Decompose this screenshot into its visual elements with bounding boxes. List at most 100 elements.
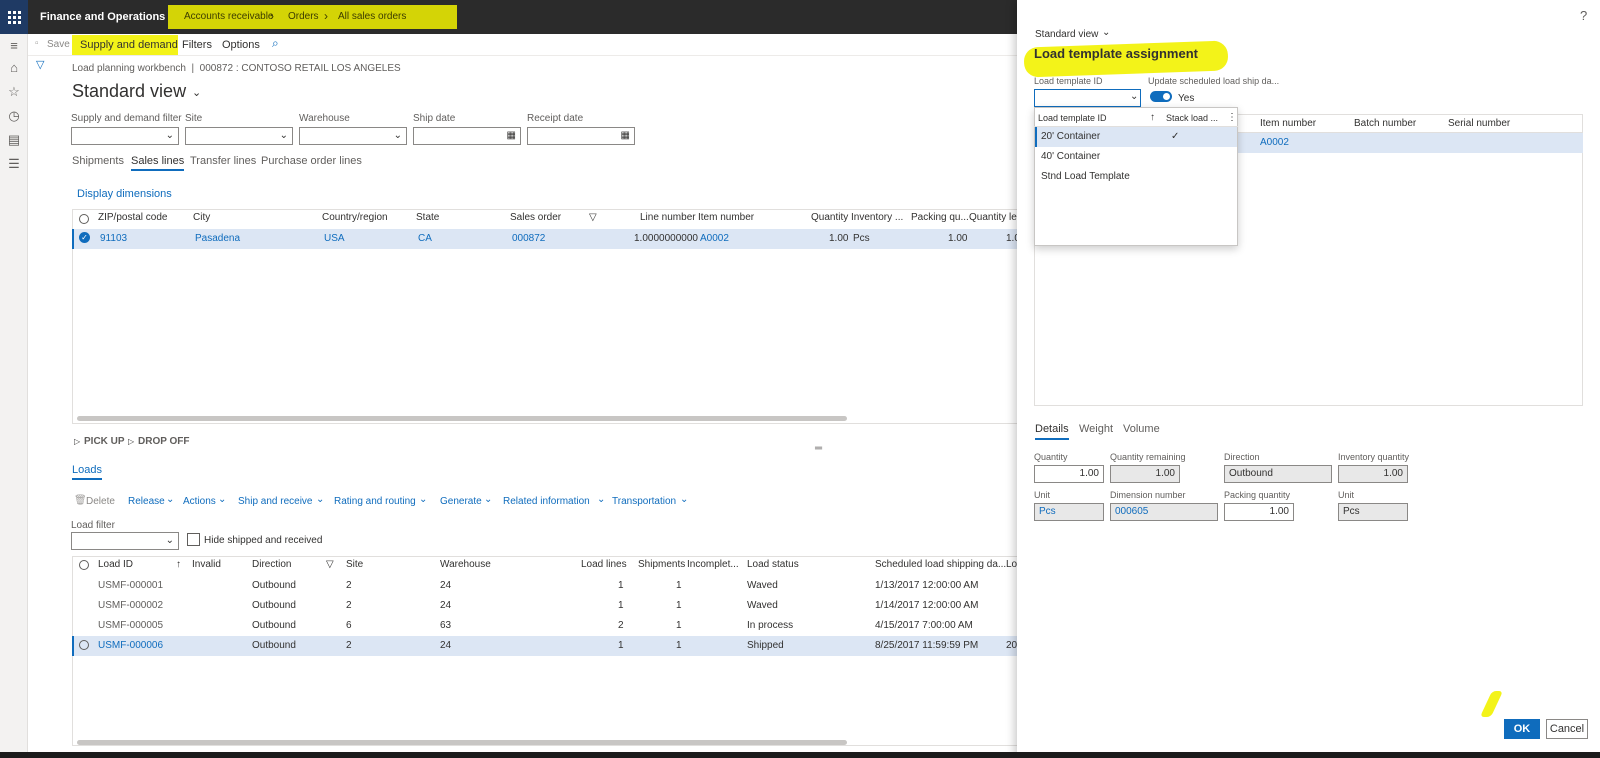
chevron-down-icon[interactable]: ⌄ [1102,27,1110,38]
tab-volume[interactable]: Volume [1123,423,1160,435]
cell-state[interactable]: CA [418,233,432,244]
release-menu[interactable]: Release [128,496,165,507]
cell-city[interactable]: Pasadena [195,233,240,244]
warehouse-select[interactable]: ⌄ [299,127,407,145]
display-dimensions-button[interactable]: Display dimensions [77,188,172,200]
cell-load-id[interactable]: USMF-000001 [98,580,163,591]
col-quantity[interactable]: Quantity [811,212,848,223]
ship-and-receive-menu[interactable]: Ship and receive [238,496,313,507]
transportation-menu[interactable]: Transportation [612,496,676,507]
star-icon[interactable]: ☆ [6,84,22,100]
col-state[interactable]: State [416,212,439,223]
filters-button[interactable]: Filters [182,39,212,51]
filter-icon[interactable]: ▽ [36,58,44,71]
dropdown-col-stack-load[interactable]: Stack load ... [1166,113,1218,123]
home-icon[interactable]: ⌂ [6,60,22,76]
pick-up-toggle[interactable]: PICK UP [84,436,125,447]
search-icon[interactable]: ⌕ [272,36,279,51]
col-direction[interactable]: Direction [252,559,291,570]
splitter-handle[interactable]: ═ [815,443,822,454]
ship-date-input[interactable]: ▦ [413,127,521,145]
table-row[interactable]: USMF-000002 Outbound 2 24 1 1 Waved 1/14… [72,596,1017,616]
delete-icon[interactable]: 🗑 [74,495,87,506]
horizontal-scrollbar[interactable] [77,416,847,421]
col-quantity-left[interactable]: Quantity le [969,212,1017,223]
col-line-number[interactable]: Line number [640,212,696,223]
col-site[interactable]: Site [346,559,363,570]
tab-weight[interactable]: Weight [1079,423,1113,435]
filter-icon[interactable]: ▽ [589,212,597,223]
cell-item-number[interactable]: A0002 [700,233,729,244]
filter-icon[interactable]: ▽ [326,559,334,570]
table-row[interactable]: USMF-000005 Outbound 6 63 2 1 In process… [72,616,1017,636]
cell-country[interactable]: USA [324,233,345,244]
cell-load-id[interactable]: USMF-000005 [98,620,163,631]
chevron-down-icon[interactable]: ⌄ [192,86,201,99]
col-load-id[interactable]: Load ID [98,559,133,570]
col-country[interactable]: Country/region [322,212,388,223]
table-row[interactable]: USMF-000001 Outbound 2 24 1 1 Waved 1/13… [72,576,1017,596]
dropdown-option-40-container[interactable]: 40' Container [1035,147,1237,167]
breadcrumb-accounts-receivable[interactable]: Accounts receivable [184,11,274,22]
tab-sales-lines[interactable]: Sales lines [131,155,185,171]
cell-sales-order[interactable]: 000872 [512,233,545,244]
col-item-number[interactable]: Item number [698,212,754,223]
ok-button[interactable]: OK [1504,719,1540,739]
supply-and-demand-button[interactable]: Supply and demand [80,39,178,51]
col-load-lines[interactable]: Load lines [581,559,627,570]
tab-details[interactable]: Details [1035,423,1069,440]
expand-icon[interactable]: ▷ [128,437,134,446]
col-scheduled-ship-date[interactable]: Scheduled load shipping da... [875,559,1006,570]
update-ship-date-toggle[interactable] [1150,91,1172,102]
drop-off-toggle[interactable]: DROP OFF [138,436,189,447]
col-item-number[interactable]: Item number [1260,118,1316,129]
col-inventory[interactable]: Inventory ... [851,212,903,223]
rating-and-routing-menu[interactable]: Rating and routing [334,496,416,507]
col-batch-number[interactable]: Batch number [1354,118,1416,129]
col-packing[interactable]: Packing qu... [911,212,969,223]
help-icon[interactable]: ? [1580,8,1587,23]
horizontal-scrollbar[interactable] [77,740,847,745]
col-warehouse[interactable]: Warehouse [440,559,491,570]
site-select[interactable]: ⌄ [185,127,293,145]
tab-shipments[interactable]: Shipments [72,155,124,167]
app-name[interactable]: Finance and Operations [40,11,165,23]
receipt-date-input[interactable]: ▦ [527,127,635,145]
table-row[interactable]: USMF-000006 Outbound 2 24 1 1 Shipped 8/… [72,636,1017,656]
delete-button[interactable]: Delete [86,496,115,507]
cell-load-id[interactable]: USMF-000002 [98,600,163,611]
generate-menu[interactable]: Generate [440,496,482,507]
breadcrumb-orders[interactable]: Orders [288,11,319,22]
col-zip[interactable]: ZIP/postal code [98,212,167,223]
dropdown-option-stnd-load-template[interactable]: Stnd Load Template [1035,167,1237,187]
col-invalid[interactable]: Invalid [192,559,221,570]
tab-transfer-lines[interactable]: Transfer lines [190,155,256,167]
dropdown-col-template-id[interactable]: Load template ID [1038,113,1107,123]
expand-icon[interactable]: ▷ [74,437,80,446]
unit-field[interactable]: Pcs [1034,503,1104,521]
save-icon[interactable]: ▫ [35,38,39,49]
col-serial-number[interactable]: Serial number [1448,118,1510,129]
workspace-icon[interactable]: ▤ [6,132,22,148]
related-information-menu[interactable]: Related information [503,496,590,507]
load-filter-select[interactable]: ⌄ [71,532,179,550]
cell-load-id[interactable]: USMF-000006 [98,640,163,651]
col-shipments[interactable]: Shipments [638,559,685,570]
quantity-input[interactable]: 1.00 [1034,465,1104,483]
table-row[interactable]: ✓ 91103 Pasadena USA CA 000872 1.0000000… [72,229,1020,249]
dropdown-option-20-container[interactable]: 20' Container ✓ [1035,127,1237,147]
tab-purchase-order-lines[interactable]: Purchase order lines [261,155,362,167]
hamburger-icon[interactable]: ≡ [6,38,22,54]
cell-item-number[interactable]: A0002 [1260,137,1289,148]
app-launcher-icon[interactable] [0,0,28,34]
col-incomplete[interactable]: Incomplet... [687,559,739,570]
hide-shipped-checkbox[interactable] [187,533,200,546]
options-button[interactable]: Options [222,39,260,51]
row-selected-checkmark-icon[interactable]: ✓ [79,232,90,243]
col-city[interactable]: City [193,212,210,223]
col-sales-order[interactable]: Sales order [510,212,561,223]
supply-demand-filter-select[interactable]: ⌄ [71,127,179,145]
page-title[interactable]: Standard view [72,81,186,102]
save-button[interactable]: Save [47,39,70,50]
breadcrumb-all-sales-orders[interactable]: All sales orders [338,11,406,22]
